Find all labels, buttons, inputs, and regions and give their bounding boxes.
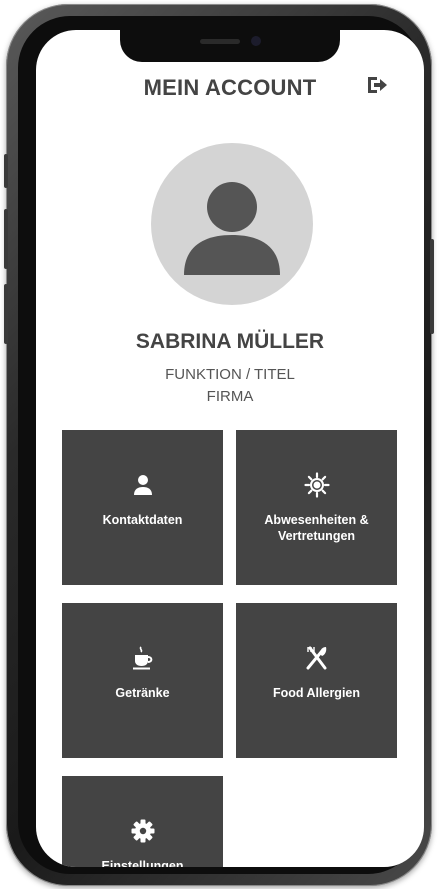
tile-abwesenheiten[interactable]: Abwesenheiten & Vertretungen xyxy=(236,430,397,585)
side-button-left-2 xyxy=(4,209,8,269)
tile-food-allergien[interactable]: Food Allergien xyxy=(236,603,397,758)
tile-icon-wrap xyxy=(62,818,223,844)
tile-icon-wrap xyxy=(62,472,223,498)
user-company: FIRMA xyxy=(206,388,254,405)
user-avatar-icon xyxy=(184,182,280,275)
tile-kontaktdaten[interactable]: Kontaktdaten xyxy=(62,430,223,585)
camera xyxy=(251,36,261,46)
speaker xyxy=(200,39,240,44)
coffee-icon xyxy=(132,646,152,670)
phone-screen: MEIN ACCOUNT SABRINA MÜLLER FUNKTION / T… xyxy=(36,30,424,867)
tile-label: Getränke xyxy=(115,686,170,700)
tile-label: Food Allergien xyxy=(272,686,361,700)
user-name: SABRINA MÜLLER xyxy=(135,330,325,353)
tile-icon-wrap xyxy=(236,472,397,498)
side-button-left-1 xyxy=(4,154,8,188)
gear-icon xyxy=(131,819,154,843)
tile-label: Kontaktdaten xyxy=(102,513,183,527)
tile-label: Einstellungen xyxy=(101,859,184,867)
side-button-right xyxy=(430,239,434,334)
person-icon xyxy=(133,475,152,495)
logout-icon xyxy=(368,77,387,93)
notch xyxy=(120,30,340,62)
sun-icon xyxy=(303,472,330,498)
tile-icon-wrap xyxy=(62,645,223,671)
tile-label: Abwesenheiten & Vertretungen xyxy=(264,513,369,543)
tile-getraenke[interactable]: Getränke xyxy=(62,603,223,758)
logout-button[interactable] xyxy=(364,72,390,98)
user-function: FUNKTION / TITEL xyxy=(165,366,295,383)
avatar[interactable] xyxy=(151,143,313,305)
phone-frame: MEIN ACCOUNT SABRINA MÜLLER FUNKTION / T… xyxy=(4,4,434,886)
side-button-left-3 xyxy=(4,284,8,344)
cutlery-icon xyxy=(306,646,326,670)
tile-icon-wrap xyxy=(236,645,397,671)
tile-einstellungen[interactable]: Einstellungen xyxy=(62,776,223,867)
